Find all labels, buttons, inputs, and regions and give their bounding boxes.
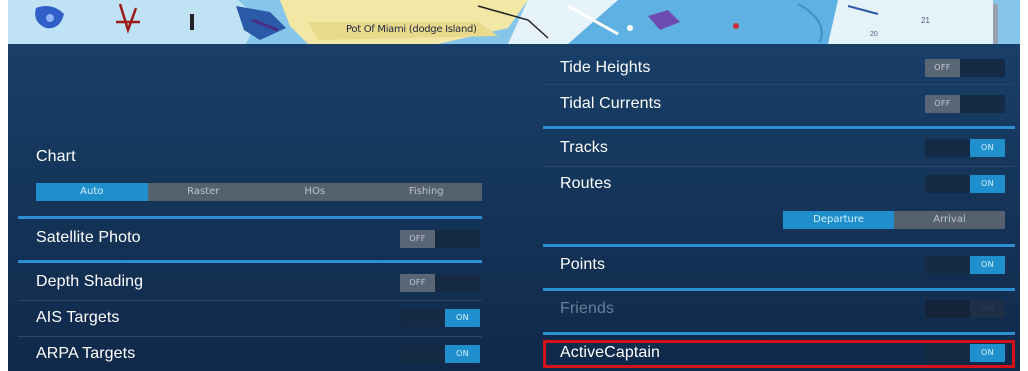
row-label-ais-targets: AIS Targets (36, 309, 120, 326)
row-divider (543, 84, 1015, 85)
toggle-state: ON (445, 309, 480, 327)
row-label-depth-shading: Depth Shading (36, 273, 144, 290)
section-divider (543, 288, 1015, 291)
toggle-state: ON (445, 345, 480, 363)
row-label-arpa-targets: ARPA Targets (36, 345, 136, 362)
section-divider (543, 244, 1015, 247)
toggle-state: ON (970, 175, 1005, 193)
toggle-state: ON (970, 300, 1005, 318)
arpa-targets-toggle[interactable]: ON (400, 345, 480, 363)
chart-map-strip[interactable]: Pot Of Miami (dodge Island) 21 20 (8, 0, 1020, 44)
toggle-state: OFF (400, 230, 435, 248)
routes-direction-segmented: Departure Arrival (783, 211, 1005, 229)
toggle-state: OFF (400, 274, 435, 292)
chart-section-title: Chart (36, 148, 76, 165)
activecaptain-highlight-box (543, 340, 1015, 368)
row-divider (543, 166, 1015, 167)
toggle-state: ON (970, 256, 1005, 274)
section-divider (543, 332, 1015, 335)
map-place-label: Pot Of Miami (dodge Island) (346, 24, 477, 35)
routes-arrival-option[interactable]: Arrival (894, 211, 1005, 229)
row-label-friends: Friends (560, 300, 615, 317)
section-divider (18, 260, 482, 263)
tide-heights-toggle[interactable]: OFF (925, 59, 1005, 77)
tidal-currents-toggle[interactable]: OFF (925, 95, 1005, 113)
routes-departure-option[interactable]: Departure (783, 211, 894, 229)
section-divider (18, 216, 482, 219)
row-label-tidal-currents: Tidal Currents (560, 95, 662, 112)
points-toggle[interactable]: ON (925, 256, 1005, 274)
friends-toggle: ON (925, 300, 1005, 318)
row-label-satellite-photo: Satellite Photo (36, 229, 141, 246)
routes-toggle[interactable]: ON (925, 175, 1005, 193)
chart-mode-auto[interactable]: Auto (36, 183, 148, 201)
satellite-photo-toggle[interactable]: OFF (400, 230, 480, 248)
map-graphic (8, 0, 1020, 44)
toggle-state: ON (970, 139, 1005, 157)
row-label-points: Points (560, 256, 606, 273)
layer-settings-panel: Chart Auto Raster HOs Fishing Satellite … (8, 44, 1020, 371)
row-label-tracks: Tracks (560, 139, 609, 156)
row-label-tide-heights: Tide Heights (560, 59, 651, 76)
toggle-state: OFF (925, 59, 960, 77)
toggle-state: OFF (925, 95, 960, 113)
depth-sounding: 20 (870, 31, 878, 38)
row-divider (18, 336, 482, 337)
depth-shading-toggle[interactable]: OFF (400, 274, 480, 292)
row-label-routes: Routes (560, 175, 612, 192)
chart-mode-fishing[interactable]: Fishing (371, 183, 483, 201)
ais-targets-toggle[interactable]: ON (400, 309, 480, 327)
chart-settings-screen: Pot Of Miami (dodge Island) 21 20 Chart … (0, 0, 1028, 371)
row-divider (18, 300, 482, 301)
tracks-toggle[interactable]: ON (925, 139, 1005, 157)
chart-mode-segmented: Auto Raster HOs Fishing (36, 183, 482, 201)
section-divider (543, 126, 1015, 129)
depth-sounding: 21 (921, 16, 930, 25)
chart-mode-raster[interactable]: Raster (148, 183, 260, 201)
chart-mode-hos[interactable]: HOs (259, 183, 371, 201)
